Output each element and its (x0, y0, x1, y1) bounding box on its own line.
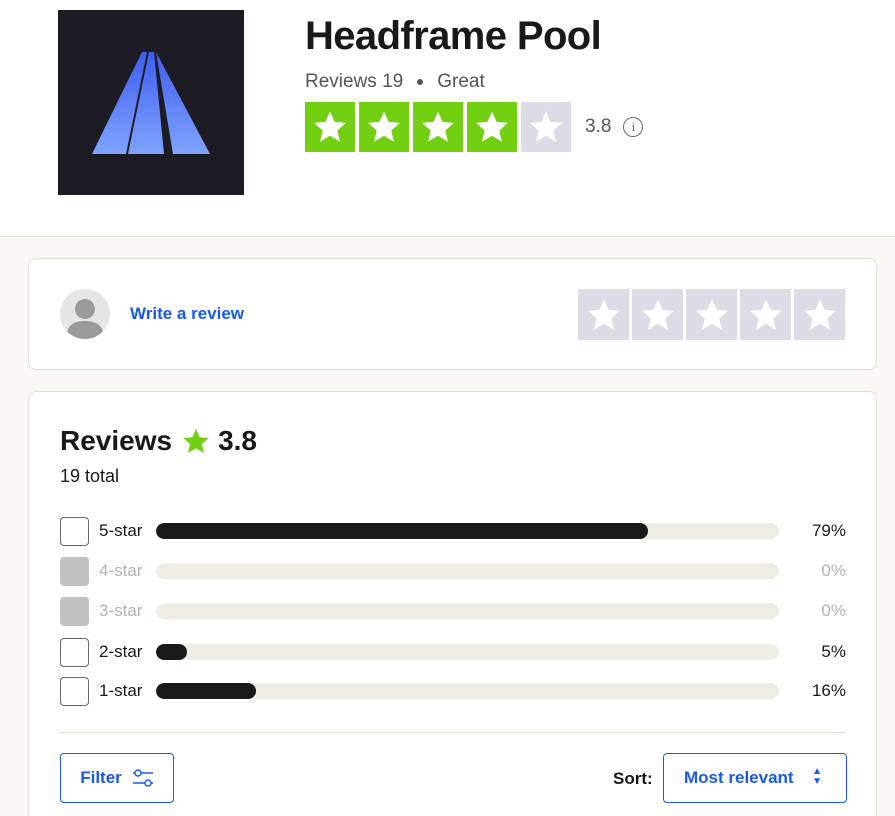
distribution-row[interactable]: 5-star 79% (60, 516, 846, 546)
rate-star-5-icon[interactable] (794, 289, 845, 340)
write-review-link[interactable]: Write a review (130, 304, 244, 324)
business-meta: Reviews 19 Great (305, 71, 485, 93)
rate-star-2-icon[interactable] (632, 289, 683, 340)
headframe-logo-icon (92, 52, 210, 154)
reviews-total: 19 total (60, 466, 120, 486)
trust-score-stars: 3.8 i (305, 102, 644, 152)
filter-button[interactable]: Filter (60, 753, 174, 803)
distribution-row[interactable]: 1-star 16% (60, 676, 846, 706)
distribution-bar-track (156, 683, 779, 699)
star-filter-checkbox (60, 596, 89, 626)
distribution-percent: 0% (821, 561, 846, 580)
star-filled-icon (359, 102, 409, 152)
rate-stars-input[interactable] (578, 289, 848, 340)
filter-label: Filter (80, 768, 122, 787)
distribution-label: 3-star (99, 601, 143, 620)
divider (60, 732, 846, 733)
distribution-bar-fill (156, 644, 188, 660)
business-logo[interactable] (58, 10, 244, 195)
distribution-row: 4-star 0% (60, 556, 846, 586)
rate-star-1-icon[interactable] (578, 289, 629, 340)
star-filled-icon (467, 102, 517, 152)
user-avatar-icon (60, 289, 110, 339)
distribution-percent: 0% (821, 601, 846, 620)
reviews-heading-text: Reviews (60, 425, 173, 456)
star-filter-checkbox[interactable] (60, 676, 89, 706)
sliders-icon (132, 769, 153, 787)
distribution-bar-track (156, 523, 779, 539)
reviews-heading: Reviews 3.8 (60, 425, 257, 457)
distribution-label: 1-star (99, 681, 143, 700)
sort-value: Most relevant (684, 768, 794, 787)
reviews-count-link[interactable]: Reviews 19 (305, 71, 403, 93)
write-review-card: Write a review (28, 258, 877, 370)
reviews-rating-value: 3.8 (218, 425, 258, 456)
distribution-bar-track (156, 644, 779, 660)
info-icon[interactable]: i (623, 117, 644, 137)
rate-star-4-icon[interactable] (740, 289, 791, 340)
distribution-percent: 79% (811, 521, 846, 540)
distribution-bar-fill (156, 523, 649, 539)
star-filter-checkbox[interactable] (60, 637, 89, 667)
distribution-label: 4-star (99, 561, 143, 580)
distribution-percent: 16% (811, 681, 846, 700)
star-empty-icon (521, 102, 571, 152)
distribution-row: 3-star 0% (60, 596, 846, 626)
green-star-icon (183, 428, 209, 454)
reviews-summary-card: Reviews 3.8 19 total 5-star 79% 4-star 0% 3-… (28, 391, 877, 816)
sort-dropdown[interactable]: Most relevant ▲ ▼ (663, 753, 847, 803)
sort-updown-icon: ▲ ▼ (812, 766, 822, 787)
distribution-bar-track (156, 563, 779, 579)
distribution-row[interactable]: 2-star 5% (60, 637, 846, 667)
rate-star-3-icon[interactable] (686, 289, 737, 340)
business-name: Headframe Pool (305, 14, 602, 58)
distribution-bar-fill (156, 683, 256, 699)
separator-dot (417, 79, 424, 85)
star-rating (305, 102, 575, 152)
distribution-bar-track (156, 603, 779, 619)
trust-score-value: 3.8 (585, 116, 612, 137)
sort-label: Sort: (613, 769, 653, 788)
distribution-label: 2-star (99, 642, 143, 661)
rating-word: Great (437, 71, 485, 92)
distribution-label: 5-star (99, 521, 143, 540)
star-filter-checkbox[interactable] (60, 516, 89, 546)
distribution-percent: 5% (821, 642, 846, 661)
star-filled-icon (413, 102, 463, 152)
business-header: Headframe Pool Reviews 19 Great 3.8 i (0, 0, 895, 237)
star-filled-icon (305, 102, 355, 152)
star-filter-checkbox (60, 556, 89, 586)
